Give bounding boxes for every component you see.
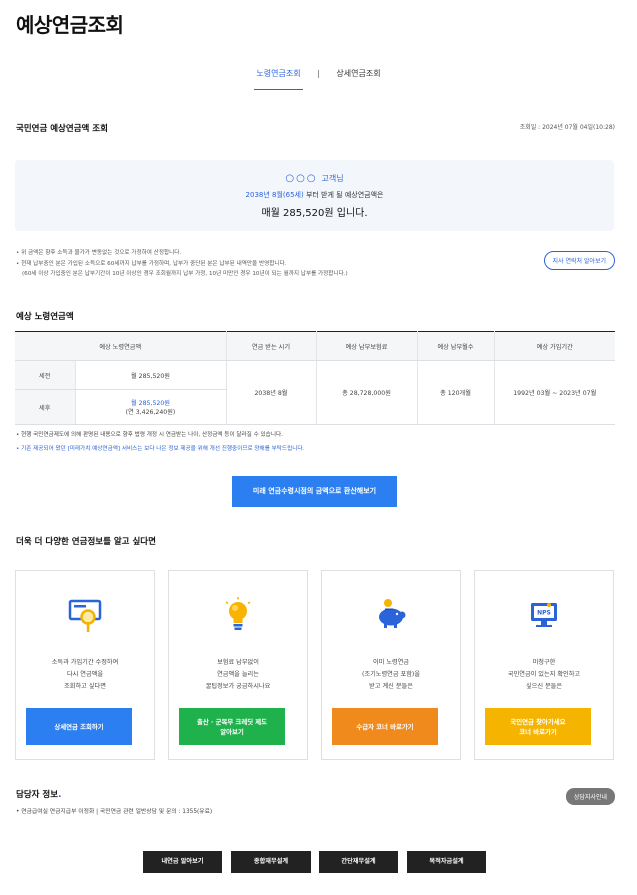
note-item: (60세 이상 가입중인 분은 납부기간이 10년 이상인 경우 조회월까지 납…	[22, 271, 348, 277]
staff-info-title: 담당자 정보.	[16, 790, 62, 800]
tab-separator: |	[317, 69, 320, 78]
card-text: 미청구한 국민연금이 있는지 확인하고 싶으신 분들은	[507, 659, 581, 690]
cell-months: 총 120개월	[416, 360, 494, 425]
staff-info-text: • 연금급여실 연금지급부 이정화 | 국민연금 관련 일반상담 및 문의 : …	[16, 809, 213, 815]
inquiry-date: 조회일 : 2024년 07월 04일(10:28)	[519, 124, 615, 131]
table-row: 세전 월 285,520원 2038년 8월 총 28,728,000원 총 1…	[15, 360, 615, 425]
detail-inquiry-button[interactable]: 상세연금 조회하기	[26, 708, 132, 745]
customer-suffix: 고객님	[321, 174, 344, 183]
card-text: 이미 노령연금 (조기노령연금 포함)을 받고 계신 분들은	[361, 659, 421, 690]
amount-pre-tax: 월 285,520원	[74, 360, 226, 390]
header-start-time: 연금 받는 시기	[225, 331, 316, 361]
customer-name: ○○○ 고객님	[15, 173, 614, 184]
cell-premium: 총 28,728,000원	[315, 360, 417, 425]
unclaimed-pension-button[interactable]: 국민연금 찾아가세요 코너 바로가기	[485, 708, 591, 745]
card-recipient: 이미 노령연금 (조기노령연금 포함)을 받고 계신 분들은 수급자 코너 바로가기	[321, 570, 461, 760]
recipient-corner-button[interactable]: 수급자 코너 바로가기	[332, 708, 438, 745]
card-unclaimed: NPS 미청구한 국민연금이 있는지 확인하고 싶으신 분들은 국민연금 찾아가세요…	[474, 570, 614, 760]
comprehensive-finance-button[interactable]: 종합재무설계	[231, 851, 311, 873]
tab-bar: 노령연금조회 | 상세연금조회	[0, 66, 637, 90]
amount-post-tax-annual: (연 3,426,240원)	[125, 409, 176, 416]
more-section-title: 더욱 더 다양한 연금정보를 알고 싶다면	[16, 537, 156, 547]
card-text: 보험료 납부없이 연금액을 늘리는 꿀팁정보가 궁금하시나요	[205, 659, 271, 690]
card-credit: 보험료 납부없이 연금액을 늘리는 꿀팁정보가 궁금하시나요 출산 · 군복무 크레…	[168, 570, 308, 760]
tab-detail-pension[interactable]: 상세연금조회	[334, 66, 382, 89]
note-item: • 현행 국민연금제도에 의해 판명된 내용으로 향후 법령 개정 시 연금받는…	[16, 432, 283, 438]
tab-basic-pension[interactable]: 노령연금조회	[254, 66, 303, 90]
future-value-button[interactable]: 미래 연금수령시점의 금액으로 환산해보기	[232, 476, 397, 507]
note-item: • 기존 제공되어 왔던 [미래가치 예상연금액] 서비스는 보다 나은 정보 …	[16, 446, 305, 452]
pension-summary-box: ○○○ 고객님 2038년 8월(65세) 부터 받게 될 예상연금액은 매월 2…	[15, 160, 614, 231]
nps-monitor-icon: NPS	[531, 603, 557, 627]
card-detail-inquiry: 소득과 가입기간 수정하여 다시 연금액을 조회하고 싶다면 상세연금 조회하기	[15, 570, 155, 760]
purpose-fund-button[interactable]: 목적자금설계	[407, 851, 486, 873]
summary-title: 국민연금 예상연금액 조회	[16, 124, 108, 134]
branch-contact-button[interactable]: 지사 연락처 알아보기	[543, 251, 615, 270]
notes-list: • 위 금액은 향후 소득과 물가가 변동없는 것으로 가정하여 산정합니다. …	[16, 248, 348, 280]
header-premium: 예상 납부보험료	[315, 331, 417, 361]
consult-branch-button[interactable]: 상담지사안내	[565, 788, 615, 805]
page-title: 예상연금조회	[16, 13, 124, 37]
row-label-post-tax: 세후	[15, 389, 75, 425]
customer-name-placeholder: ○○○	[285, 173, 318, 184]
credit-system-button[interactable]: 출산 · 군복무 크레딧 제도 알아보기	[179, 708, 285, 745]
card-text: 소득과 가입기간 수정하여 다시 연금액을 조회하고 싶다면	[51, 659, 119, 690]
simple-finance-button[interactable]: 간단재무설계	[319, 851, 398, 873]
header-months: 예상 납부월수	[416, 331, 494, 361]
header-period: 예상 가입기간	[493, 331, 615, 361]
notes2-list: • 현행 국민연금제도에 의해 판명된 내용으로 향후 법령 개정 시 연금받는…	[16, 428, 304, 456]
lightbulb-icon	[225, 597, 251, 630]
table-header-row: 예상 노령연금액 연금 받는 시기 예상 납부보험료 예상 납부월수 예상 가입…	[15, 331, 615, 361]
pension-table: 예상 노령연금액 연금 받는 시기 예상 납부보험료 예상 납부월수 예상 가입…	[15, 331, 615, 425]
cell-start-time: 2038년 8월	[225, 360, 316, 425]
monitor-search-icon	[68, 599, 102, 632]
svg-text:NPS: NPS	[537, 610, 551, 617]
row-label-pre-tax: 세전	[15, 360, 75, 390]
amount-post-tax: 월 285,520원	[131, 400, 170, 407]
amount-post-tax-cell: 월 285,520원 (연 3,426,240원)	[74, 389, 226, 425]
pension-start-highlight: 2038년 8월(65세)	[245, 191, 304, 199]
piggy-bank-icon	[379, 599, 406, 628]
table-section-title: 예상 노령연금액	[16, 312, 74, 322]
header-expected-amount: 예상 노령연금액	[15, 331, 226, 361]
note-item: • 현재 납부중인 분은 가입된 소득으로 60세까지 납부를 가정하며, 납부…	[16, 260, 287, 267]
pension-start-suffix: 부터 받게 될 예상연금액은	[305, 191, 384, 199]
pension-start-text: 2038년 8월(65세) 부터 받게 될 예상연금액은	[15, 190, 614, 200]
cell-period: 1992년 03월 ~ 2023년 07월	[493, 360, 615, 425]
pension-amount: 매월 285,520원 입니다.	[261, 208, 368, 219]
note-item: • 위 금액은 향후 소득과 물가가 변동없는 것으로 가정하여 산정합니다.	[16, 250, 182, 256]
my-pension-button[interactable]: 내연금 알아보기	[143, 851, 222, 873]
